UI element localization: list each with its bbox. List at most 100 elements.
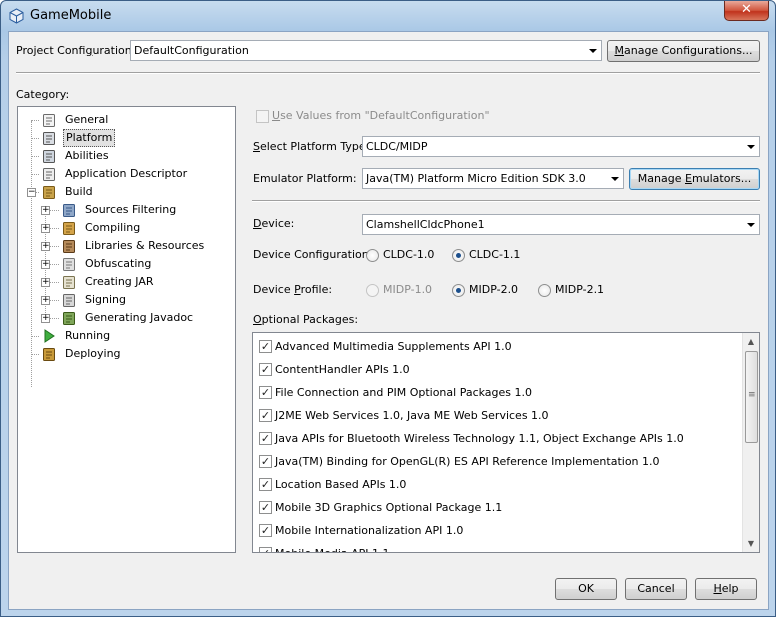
project-config-combo[interactable]: DefaultConfiguration bbox=[130, 40, 602, 61]
package-label: Mobile Media API 1.1 bbox=[275, 544, 390, 552]
midp-2-1-radio[interactable] bbox=[538, 284, 551, 297]
tree-item-label: General bbox=[65, 113, 109, 126]
package-label: File Connection and PIM Optional Package… bbox=[275, 386, 533, 399]
signing-icon bbox=[63, 294, 75, 307]
scroll-down-arrow-icon[interactable]: ▼ bbox=[743, 535, 759, 552]
tree-line bbox=[31, 174, 39, 175]
cldc-1-1-label: CLDC-1.1 bbox=[469, 248, 521, 261]
package-label: Location Based APIs 1.0 bbox=[275, 478, 407, 491]
package-checkbox[interactable]: ✓ bbox=[259, 524, 272, 537]
window-title: GameMobile bbox=[30, 8, 112, 23]
midp-2-0-radio[interactable] bbox=[452, 284, 465, 297]
package-label: Java APIs for Bluetooth Wireless Technol… bbox=[275, 432, 684, 445]
tree-item-label: Sources Filtering bbox=[85, 203, 177, 216]
package-label: ContentHandler APIs 1.0 bbox=[275, 363, 410, 376]
package-checkbox[interactable]: ✓ bbox=[259, 501, 272, 514]
expand-plus-icon[interactable]: + bbox=[41, 314, 50, 323]
dialog-client-area: Project Configuration: DefaultConfigurat… bbox=[8, 31, 769, 610]
tree-item-running[interactable]: Running bbox=[41, 327, 228, 345]
tree-item-obfuscating[interactable]: Obfuscating bbox=[61, 255, 228, 273]
cldc-1-0-radio[interactable] bbox=[366, 249, 379, 262]
cldc-1-0-label: CLDC-1.0 bbox=[383, 248, 435, 261]
help-button[interactable]: Help bbox=[695, 578, 757, 600]
close-icon: ✕ bbox=[741, 2, 752, 17]
tree-item-deploying[interactable]: Deploying bbox=[41, 345, 228, 363]
package-checkbox[interactable]: ✓ bbox=[259, 363, 272, 376]
package-checkbox[interactable]: ✓ bbox=[259, 432, 272, 445]
collapse-minus-icon[interactable]: − bbox=[27, 188, 36, 197]
midp-1-0-radio[interactable] bbox=[366, 284, 379, 297]
scrollbar-thumb[interactable]: ≡ bbox=[745, 351, 758, 443]
scroll-up-arrow-icon[interactable]: ▲ bbox=[743, 333, 759, 350]
tree-item-generating-javadoc[interactable]: Generating Javadoc bbox=[61, 309, 228, 327]
ok-button[interactable]: OK bbox=[555, 578, 617, 600]
run-icon bbox=[44, 329, 55, 343]
dialog-window: GameMobile ✕ Project Configuration: Defa… bbox=[0, 0, 776, 617]
platform-icon bbox=[43, 132, 55, 145]
vertical-scrollbar[interactable]: ▲ ≡ ▼ bbox=[742, 333, 759, 552]
tree-item-creating-jar[interactable]: Creating JAR bbox=[61, 273, 228, 291]
grip-icon: ≡ bbox=[748, 390, 756, 400]
compiling-icon bbox=[63, 222, 75, 235]
midp-2-1-label: MIDP-2.1 bbox=[555, 283, 605, 296]
tree-item-signing[interactable]: Signing bbox=[61, 291, 228, 309]
package-checkbox[interactable]: ✓ bbox=[259, 547, 272, 552]
package-label: Mobile Internationalization API 1.0 bbox=[275, 524, 464, 537]
platform-type-value: CLDC/MIDP bbox=[366, 140, 428, 153]
chevron-down-icon bbox=[747, 223, 755, 227]
emulator-platform-combo[interactable]: Java(TM) Platform Micro Edition SDK 3.0 bbox=[362, 168, 624, 189]
category-tree[interactable]: General Platform Abilities Application Desc… bbox=[17, 106, 236, 553]
platform-type-combo[interactable]: CLDC/MIDP bbox=[362, 136, 760, 157]
tree-line bbox=[31, 156, 39, 157]
category-label: Category: bbox=[16, 88, 70, 101]
tree-item-compiling[interactable]: Compiling bbox=[61, 219, 228, 237]
use-values-checkbox[interactable] bbox=[256, 110, 269, 123]
chevron-down-icon bbox=[747, 145, 755, 149]
tree-item-general[interactable]: General bbox=[41, 111, 228, 129]
title-bar[interactable]: GameMobile ✕ bbox=[1, 1, 775, 31]
build-icon bbox=[43, 186, 55, 199]
expand-plus-icon[interactable]: + bbox=[41, 296, 50, 305]
expand-plus-icon[interactable]: + bbox=[41, 260, 50, 269]
tree-item-label: Abilities bbox=[65, 149, 109, 162]
tree-item-application-descriptor[interactable]: Application Descriptor bbox=[41, 165, 228, 183]
package-checkbox[interactable]: ✓ bbox=[259, 409, 272, 422]
package-label: Mobile 3D Graphics Optional Package 1.1 bbox=[275, 501, 503, 514]
tree-item-libraries-resources[interactable]: Libraries & Resources bbox=[61, 237, 228, 255]
tree-line bbox=[31, 120, 39, 121]
expand-plus-icon[interactable]: + bbox=[41, 206, 50, 215]
obfuscating-icon bbox=[63, 258, 75, 271]
abilities-icon bbox=[43, 150, 55, 163]
package-checkbox[interactable]: ✓ bbox=[259, 455, 272, 468]
manage-configurations-button[interactable]: Manage Configurations... bbox=[607, 40, 760, 62]
tree-item-label: Build bbox=[65, 185, 93, 198]
chevron-down-icon bbox=[611, 177, 619, 181]
window-close-button[interactable]: ✕ bbox=[724, 1, 769, 21]
tree-item-label: Generating Javadoc bbox=[85, 311, 194, 324]
cancel-button[interactable]: Cancel bbox=[625, 578, 687, 600]
expand-plus-icon[interactable]: + bbox=[41, 224, 50, 233]
package-checkbox[interactable]: ✓ bbox=[259, 340, 272, 353]
device-label: Device: bbox=[253, 217, 295, 230]
tree-item-label: Running bbox=[65, 329, 111, 342]
descriptor-icon bbox=[43, 168, 55, 181]
expand-plus-icon[interactable]: + bbox=[41, 242, 50, 251]
package-label: Advanced Multimedia Supplements API 1.0 bbox=[275, 340, 512, 353]
tree-line bbox=[31, 138, 39, 139]
use-values-label: Use Values from "DefaultConfiguration" bbox=[272, 109, 490, 122]
package-checkbox[interactable]: ✓ bbox=[259, 386, 272, 399]
optional-packages-list[interactable]: ✓ Advanced Multimedia Supplements API 1.0… bbox=[252, 332, 760, 553]
package-label: Java(TM) Binding for OpenGL(R) ES API Re… bbox=[275, 455, 660, 468]
tree-item-platform[interactable]: Platform bbox=[41, 129, 228, 147]
tree-item-label: Obfuscating bbox=[85, 257, 152, 270]
manage-emulators-button[interactable]: Manage Emulators... bbox=[629, 168, 760, 190]
cldc-1-1-radio[interactable] bbox=[452, 249, 465, 262]
deploy-icon bbox=[43, 348, 55, 361]
device-combo[interactable]: ClamshellCldcPhone1 bbox=[362, 214, 760, 235]
expand-plus-icon[interactable]: + bbox=[41, 278, 50, 287]
tree-item-sources-filtering[interactable]: Sources Filtering bbox=[61, 201, 228, 219]
emulator-platform-label: Emulator Platform: bbox=[253, 172, 357, 185]
package-checkbox[interactable]: ✓ bbox=[259, 478, 272, 491]
tree-item-build[interactable]: Build bbox=[41, 183, 228, 201]
tree-item-abilities[interactable]: Abilities bbox=[41, 147, 228, 165]
